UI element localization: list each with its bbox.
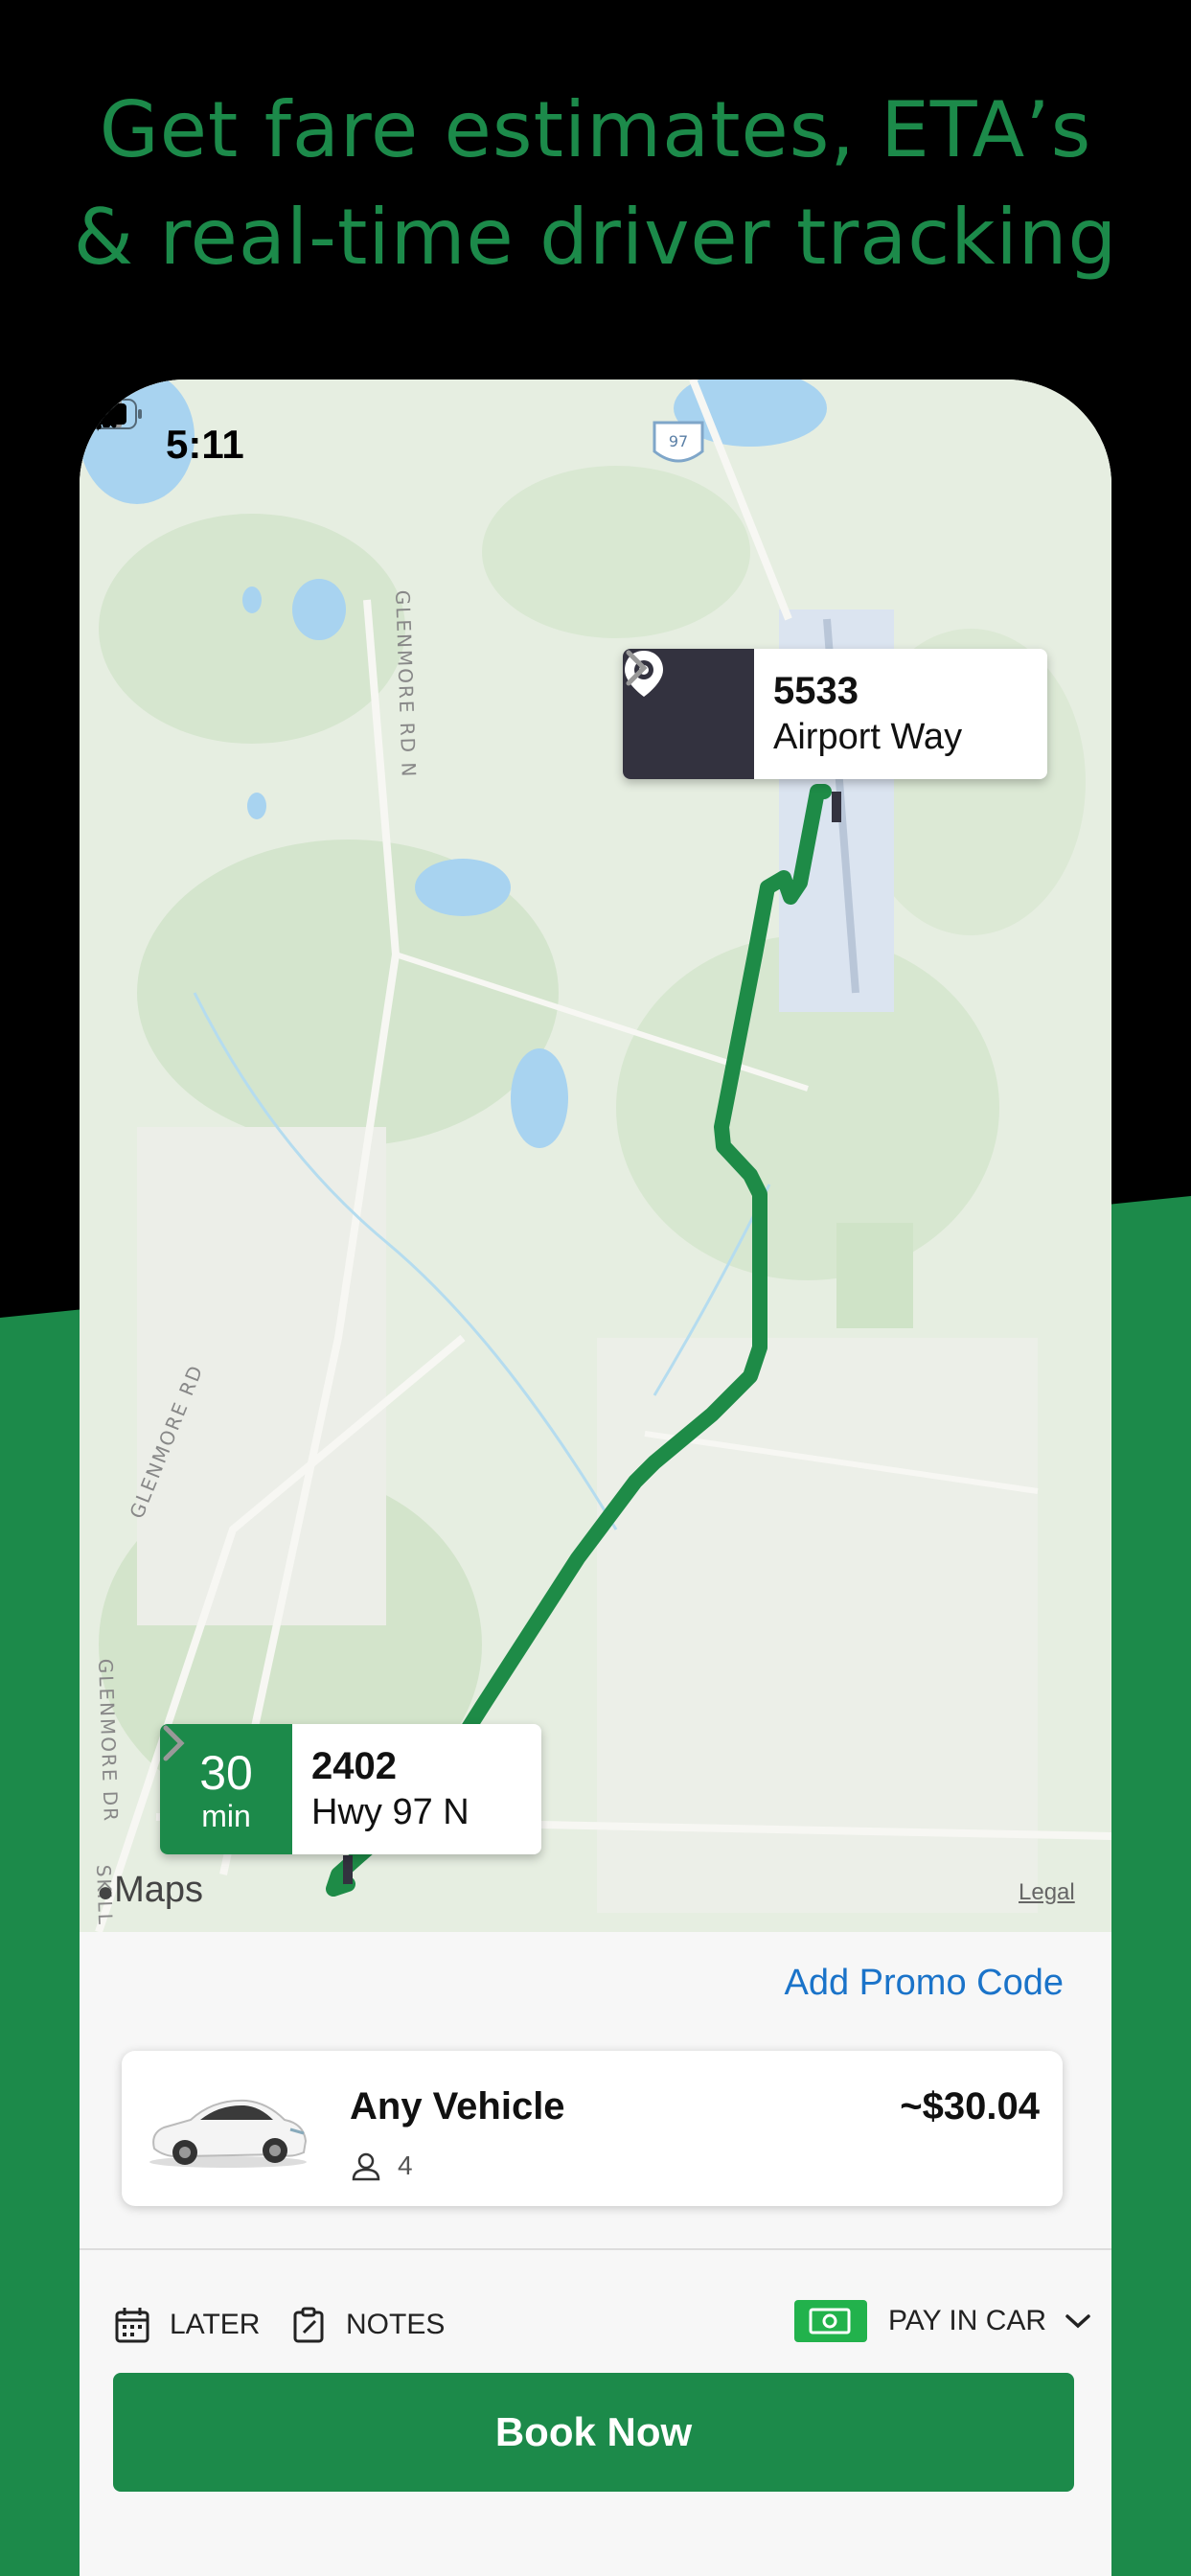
- calendar-icon: [115, 2308, 149, 2343]
- payment-label: PAY IN CAR: [888, 2305, 1047, 2336]
- apple-logo-icon: ●: [97, 1876, 115, 1908]
- later-button[interactable]: LATER: [114, 2306, 260, 2344]
- pickup-number: 2402: [311, 1745, 397, 1787]
- back-chevron-icon[interactable]: [80, 380, 133, 433]
- notes-button[interactable]: NOTES: [290, 2306, 445, 2344]
- later-label: LATER: [170, 2309, 261, 2340]
- destination-number: 5533: [773, 670, 859, 712]
- pickup-address: 2402 Hwy 97 N: [292, 1743, 484, 1835]
- notes-icon: [293, 2307, 324, 2343]
- promo-headline: Get fare estimates, ETA’s & real-time dr…: [0, 77, 1191, 291]
- headline-line-2: & real-time driver tracking: [73, 193, 1118, 282]
- fare-estimate: ~$30.04: [900, 2085, 1040, 2128]
- add-promo-code-link[interactable]: Add Promo Code: [785, 1963, 1065, 2004]
- maps-attribution-text: Maps: [114, 1870, 204, 1910]
- destination-street: Airport Way: [773, 717, 963, 757]
- pickup-callout[interactable]: 30 min 2402 Hwy 97 N: [160, 1724, 541, 1854]
- car-icon: [149, 2099, 308, 2168]
- eta-unit: min: [201, 1799, 251, 1833]
- chevron-down-icon: [1065, 2314, 1090, 2329]
- destination-address: 5533 Airport Way: [754, 668, 990, 760]
- passenger-icon: [352, 2152, 380, 2181]
- map-canvas: 97 GLENMORE RD N GLENMORE RD GLENMORE DR…: [80, 380, 1111, 1932]
- notes-label: NOTES: [346, 2309, 446, 2340]
- seat-count: 4: [398, 2150, 413, 2180]
- book-now-button[interactable]: Book Now: [113, 2373, 1074, 2492]
- cash-icon: [794, 2300, 867, 2342]
- destination-callout[interactable]: 5533 Airport Way: [623, 649, 1047, 779]
- phone-screen: 97 GLENMORE RD N GLENMORE RD GLENMORE DR…: [80, 380, 1111, 2576]
- maps-attribution: ●Maps: [97, 1870, 203, 1911]
- route-map[interactable]: 97 GLENMORE RD N GLENMORE RD GLENMORE DR…: [80, 380, 1111, 1932]
- vehicle-option-card[interactable]: Any Vehicle ~$30.04 4: [122, 2051, 1063, 2206]
- divider: [80, 2248, 1111, 2250]
- headline-line-1: Get fare estimates, ETA’s: [99, 85, 1092, 174]
- legal-link[interactable]: Legal: [1019, 1879, 1075, 1906]
- eta-value: 30: [199, 1746, 253, 1800]
- payment-method-selector[interactable]: PAY IN CAR: [794, 2300, 1092, 2342]
- status-time: 5:11: [166, 422, 244, 467]
- status-bar: 5:11: [80, 399, 1111, 475]
- pickup-street: Hwy 97 N: [311, 1792, 470, 1832]
- vehicle-name: Any Vehicle: [350, 2085, 565, 2128]
